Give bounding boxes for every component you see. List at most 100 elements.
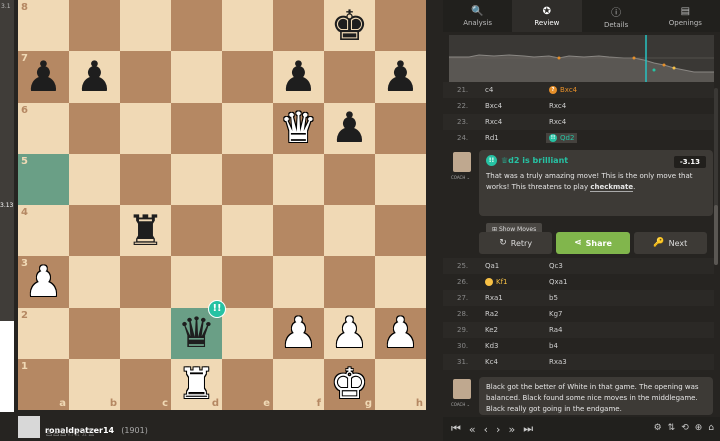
square-f7[interactable]: ♟ xyxy=(273,51,324,103)
square-e4[interactable] xyxy=(222,205,273,257)
square-d6[interactable] xyxy=(171,102,222,154)
square-e7[interactable] xyxy=(222,51,273,103)
checkmate-link[interactable]: checkmate xyxy=(590,183,634,192)
first-move-icon[interactable]: ⏮ xyxy=(451,422,461,436)
square-b7[interactable]: ♟ xyxy=(69,51,120,103)
add-icon[interactable]: ⊕ xyxy=(695,423,703,433)
retry-button[interactable]: ↻ Retry xyxy=(479,232,553,254)
black-move[interactable]: ? Bxc4 xyxy=(549,86,613,94)
square-g5[interactable] xyxy=(324,153,375,205)
square-g3[interactable] xyxy=(324,256,375,308)
black-move[interactable]: b4 xyxy=(549,342,613,350)
square-f2[interactable]: ♟ xyxy=(273,307,324,359)
square-b5[interactable] xyxy=(69,153,120,205)
square-c4[interactable]: ♜ xyxy=(120,205,171,257)
square-f4[interactable] xyxy=(273,205,324,257)
tab-review[interactable]: ✪ Review xyxy=(512,0,582,32)
square-d1[interactable]: d ♜ xyxy=(171,358,222,410)
square-e8[interactable] xyxy=(222,0,273,52)
square-a7[interactable]: 7 ♟ xyxy=(18,51,69,103)
square-d5[interactable] xyxy=(171,153,222,205)
white-move[interactable]: Kf1 xyxy=(485,278,549,286)
square-f3[interactable] xyxy=(273,256,324,308)
square-h6[interactable] xyxy=(375,102,426,154)
square-f8[interactable] xyxy=(273,0,324,52)
square-a8[interactable]: 8 xyxy=(18,0,69,52)
last-move-icon[interactable]: ⏭ xyxy=(523,422,533,436)
square-h3[interactable] xyxy=(375,256,426,308)
white-pawn-piece[interactable]: ♟ xyxy=(25,260,63,303)
black-pawn-piece[interactable]: ♟ xyxy=(331,107,369,149)
fast-forward-icon[interactable]: » xyxy=(508,423,515,436)
square-d2[interactable]: ♛!! xyxy=(171,299,226,359)
square-f5[interactable] xyxy=(273,153,324,205)
square-d8[interactable] xyxy=(171,0,222,52)
square-g1[interactable]: g ♚ xyxy=(324,358,375,410)
square-f6[interactable]: ♛ xyxy=(273,102,324,154)
black-king-piece[interactable]: ♚ xyxy=(331,4,369,47)
black-pawn-piece[interactable]: ♟ xyxy=(382,55,420,98)
white-queen-piece[interactable]: ♛ xyxy=(280,107,318,149)
black-move[interactable]: Ra4 xyxy=(549,326,613,334)
square-b4[interactable] xyxy=(69,205,120,257)
square-h1[interactable]: h xyxy=(375,358,426,410)
white-pawn-piece[interactable]: ♟ xyxy=(382,312,420,354)
flip-board-icon[interactable]: ⇅ xyxy=(668,423,676,433)
square-g7[interactable] xyxy=(324,51,375,103)
square-b2[interactable] xyxy=(69,307,120,359)
square-e5[interactable] xyxy=(222,153,273,205)
white-move[interactable]: Rxa1 xyxy=(485,294,549,302)
black-queen-piece[interactable]: ♛ xyxy=(178,312,216,354)
share-button[interactable]: ⋖ Share xyxy=(556,232,630,254)
white-rook-piece[interactable]: ♜ xyxy=(178,363,216,405)
prev-icon[interactable]: ‹ xyxy=(484,423,488,436)
white-move[interactable]: Ke2 xyxy=(485,326,549,334)
scrollbar-thumb[interactable] xyxy=(714,205,718,265)
white-move[interactable]: Bxc4 xyxy=(485,102,549,110)
black-move[interactable]: Qxa1 xyxy=(549,278,613,286)
white-king-piece[interactable]: ♚ xyxy=(331,363,369,405)
white-move[interactable]: c4 xyxy=(485,86,549,94)
square-d4[interactable] xyxy=(171,205,222,257)
square-g8[interactable]: ♚ xyxy=(324,0,375,52)
square-b6[interactable] xyxy=(69,102,120,154)
black-move[interactable]: !! Qd2 xyxy=(546,133,578,143)
tab-analysis[interactable]: 🔍 Analysis xyxy=(443,0,512,32)
square-b3[interactable] xyxy=(69,256,120,308)
square-c5[interactable] xyxy=(120,153,171,205)
rewind-icon[interactable]: « xyxy=(469,423,476,436)
square-c2[interactable] xyxy=(120,307,171,359)
black-move[interactable]: Rxc4 xyxy=(549,118,613,126)
square-a4[interactable]: 4 xyxy=(18,205,69,257)
square-c8[interactable] xyxy=(120,0,171,52)
square-g4[interactable] xyxy=(324,205,375,257)
square-e6[interactable] xyxy=(222,102,273,154)
white-move[interactable]: Kc4 xyxy=(485,358,549,366)
white-move[interactable]: Kd3 xyxy=(485,342,549,350)
white-move[interactable]: Ra2 xyxy=(485,310,549,318)
white-move[interactable]: Rxc4 xyxy=(485,118,549,126)
evaluation-graph[interactable] xyxy=(449,35,714,82)
black-move[interactable]: Rxc4 xyxy=(549,102,613,110)
square-h2[interactable]: ♟ xyxy=(375,307,426,359)
square-f1[interactable]: f xyxy=(273,358,324,410)
home-icon[interactable]: ⌂ xyxy=(708,423,714,433)
undo-icon[interactable]: ⟲ xyxy=(681,423,689,433)
square-a3[interactable]: 3 ♟ xyxy=(18,256,69,308)
next-icon[interactable]: › xyxy=(496,423,500,436)
black-move[interactable]: Kg7 xyxy=(549,310,613,318)
square-b8[interactable] xyxy=(69,0,120,52)
square-h4[interactable] xyxy=(375,205,426,257)
black-move[interactable]: Qc3 xyxy=(549,262,613,270)
black-rook-piece[interactable]: ♜ xyxy=(127,209,165,252)
next-button[interactable]: 🔑 Next xyxy=(633,232,707,254)
square-a1[interactable]: 1a xyxy=(18,358,69,410)
square-c7[interactable] xyxy=(120,51,171,103)
coach-label[interactable]: COACH ⌄ xyxy=(451,175,470,180)
tab-openings[interactable]: ▤ Openings xyxy=(651,0,720,32)
square-h8[interactable] xyxy=(375,0,426,52)
white-pawn-piece[interactable]: ♟ xyxy=(280,312,318,354)
white-pawn-piece[interactable]: ♟ xyxy=(331,312,369,354)
chess-board[interactable]: 8 ♚ 7 ♟ ♟ ♟ ♟ 6 ♛ ♟ 5 4 ♜ 3 ♟ 2 ♛!! ♟ ♟ ♟ 1 a b c d ♜ e f g ♚ h xyxy=(18,0,426,410)
black-pawn-piece[interactable]: ♟ xyxy=(25,55,63,98)
